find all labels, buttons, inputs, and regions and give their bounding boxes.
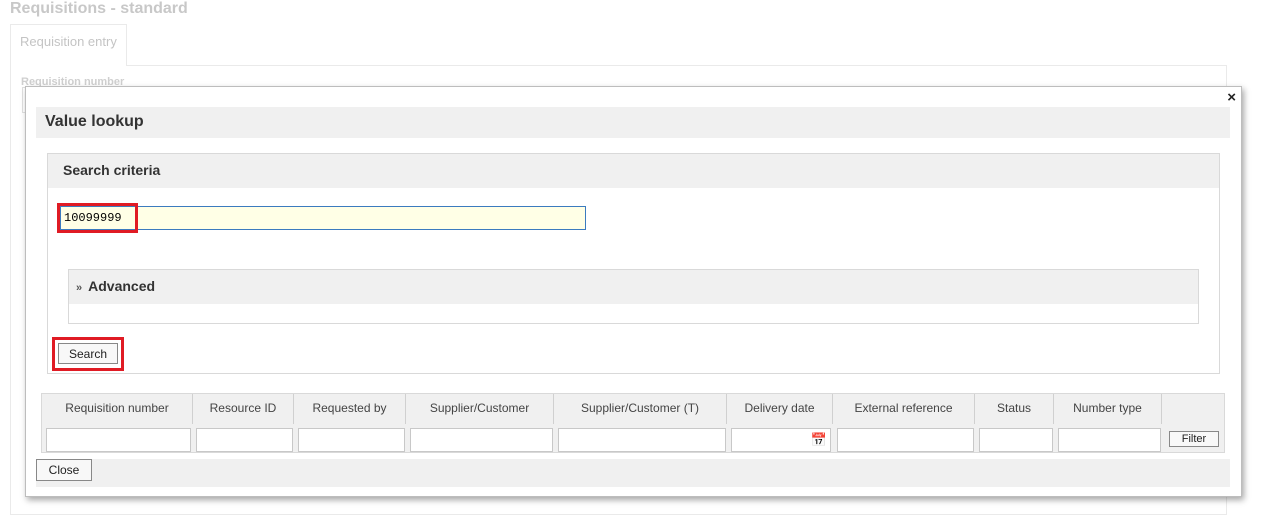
filter-external-reference[interactable]	[837, 428, 974, 452]
results-table: Requisition number Resource ID Requested…	[41, 393, 1225, 453]
calendar-icon[interactable]: 📅	[810, 431, 828, 449]
filter-resource-id[interactable]	[196, 428, 293, 452]
table-header-row: Requisition number Resource ID Requested…	[42, 394, 1224, 424]
dialog-title: Value lookup	[45, 113, 144, 130]
tab-requisition-entry[interactable]: Requisition entry	[10, 24, 127, 66]
filter-requisition-number[interactable]	[46, 428, 191, 452]
search-criteria-panel: Search criteria » Advanced Search	[47, 153, 1220, 374]
column-status[interactable]: Status	[975, 394, 1054, 424]
filter-button[interactable]: Filter	[1169, 431, 1219, 447]
column-supplier-customer[interactable]: Supplier/Customer	[406, 394, 554, 424]
search-input[interactable]	[60, 206, 586, 230]
filter-supplier-customer-t[interactable]	[558, 428, 726, 452]
column-supplier-customer-t[interactable]: Supplier/Customer (T)	[554, 394, 727, 424]
close-button[interactable]: Close	[36, 459, 92, 481]
search-criteria-heading: Search criteria	[48, 154, 1219, 188]
dialog-footer	[36, 459, 1230, 487]
column-resource-id[interactable]: Resource ID	[193, 394, 294, 424]
filter-requested-by[interactable]	[298, 428, 405, 452]
close-icon[interactable]: ×	[1227, 89, 1236, 107]
column-requested-by[interactable]: Requested by	[294, 394, 406, 424]
filter-number-type[interactable]	[1058, 428, 1161, 452]
filter-status[interactable]	[979, 428, 1053, 452]
column-external-reference[interactable]: External reference	[833, 394, 975, 424]
value-lookup-dialog: × Value lookup Search criteria » Advanced…	[25, 86, 1242, 497]
page-title: Requisitions - standard	[10, 0, 188, 17]
double-chevron-down-icon: »	[76, 282, 83, 294]
advanced-label: Advanced	[88, 278, 156, 294]
column-number-type[interactable]: Number type	[1054, 394, 1162, 424]
column-delivery-date[interactable]: Delivery date	[727, 394, 833, 424]
search-button[interactable]: Search	[58, 343, 118, 364]
dialog-header: Value lookup	[36, 107, 1230, 138]
column-requisition-number[interactable]: Requisition number	[42, 394, 193, 424]
advanced-section: » Advanced	[68, 269, 1199, 324]
filter-supplier-customer[interactable]	[410, 428, 553, 452]
advanced-toggle[interactable]: » Advanced	[69, 270, 1198, 304]
